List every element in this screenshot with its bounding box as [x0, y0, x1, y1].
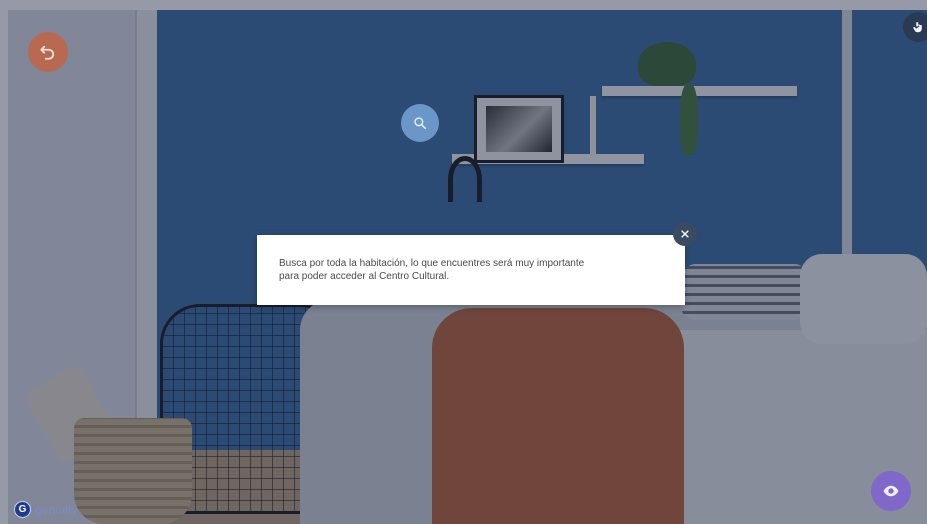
hand-tap-icon — [913, 21, 922, 33]
dialog-message: Busca por toda la habitación, lo que enc… — [279, 257, 659, 283]
brand-name: genially — [35, 502, 78, 517]
search-hotspot-button[interactable] — [401, 104, 439, 142]
view-button[interactable] — [871, 471, 911, 511]
back-button[interactable] — [28, 32, 68, 72]
gesture-button[interactable] — [903, 12, 927, 42]
genially-logo: G — [14, 501, 31, 518]
dialog-message-line-2: para poder acceder al Centro Cultural. — [279, 271, 450, 282]
close-dialog-button[interactable] — [673, 222, 697, 246]
magnifier-icon — [414, 117, 427, 130]
undo-arrow-icon — [40, 45, 55, 60]
dialog-message-line-1: Busca por toda la habitación, lo que enc… — [279, 258, 585, 269]
eye-icon — [883, 485, 899, 497]
close-icon — [681, 230, 689, 238]
genially-branding[interactable]: G genially — [14, 501, 77, 518]
interactive-scene: Busca por toda la habitación, lo que enc… — [0, 0, 927, 524]
info-dialog: Busca por toda la habitación, lo que enc… — [257, 235, 685, 305]
